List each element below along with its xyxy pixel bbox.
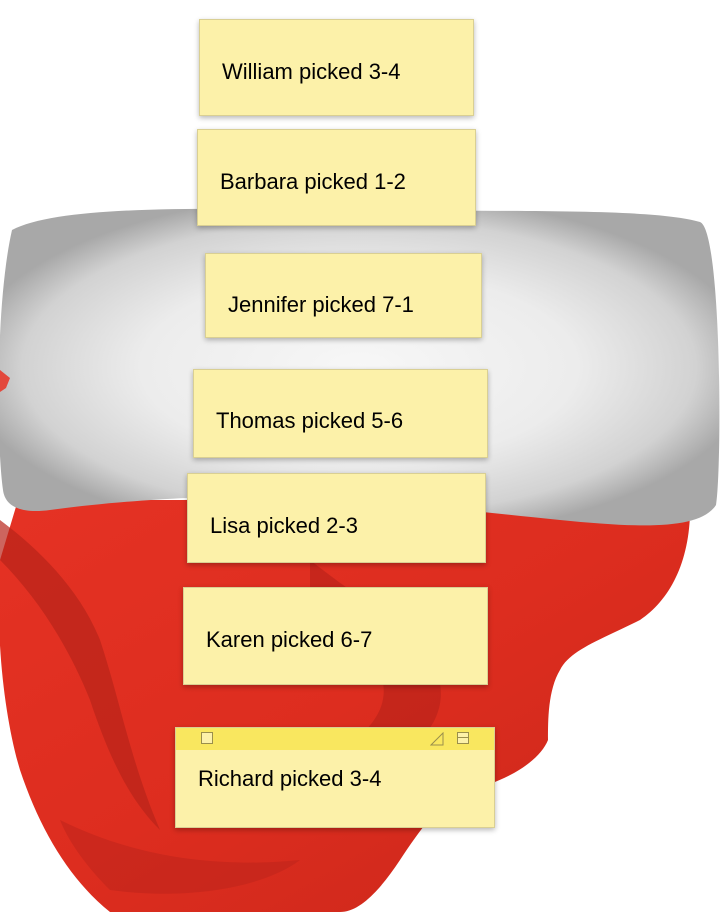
sticky-note[interactable]: Barbara picked 1-2 <box>197 129 476 226</box>
note-text[interactable]: Thomas picked 5-6 <box>216 410 403 432</box>
note-text[interactable]: Karen picked 6-7 <box>206 629 372 651</box>
note-text[interactable]: Lisa picked 2-3 <box>210 515 358 537</box>
note-title-bar[interactable] <box>176 728 494 750</box>
collapse-icon[interactable] <box>457 732 469 744</box>
close-icon[interactable] <box>201 732 213 744</box>
note-text[interactable]: William picked 3-4 <box>222 61 401 83</box>
note-text[interactable]: Richard picked 3-4 <box>198 768 381 790</box>
sticky-note[interactable]: William picked 3-4 <box>199 19 474 116</box>
sticky-note[interactable]: Karen picked 6-7 <box>183 587 488 685</box>
sticky-note[interactable]: Thomas picked 5-6 <box>193 369 488 458</box>
resize-icon[interactable] <box>430 732 444 746</box>
sticky-note-active[interactable]: Richard picked 3-4 <box>175 727 495 828</box>
note-text[interactable]: Barbara picked 1-2 <box>220 171 406 193</box>
sticky-note[interactable]: Jennifer picked 7-1 <box>205 253 482 338</box>
desktop: William picked 3-4 Barbara picked 1-2 Je… <box>0 0 720 912</box>
note-text[interactable]: Jennifer picked 7-1 <box>228 294 414 316</box>
sticky-note[interactable]: Lisa picked 2-3 <box>187 473 486 563</box>
